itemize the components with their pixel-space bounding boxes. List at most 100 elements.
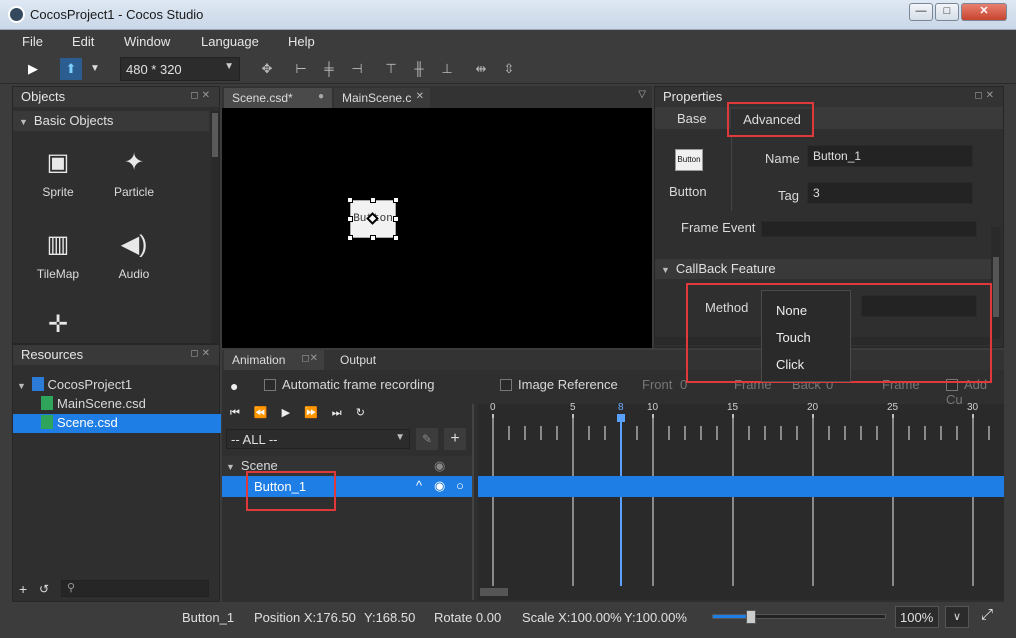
timeline-track-selected[interactable]	[478, 476, 1004, 497]
zoom-input[interactable]: 100%	[895, 606, 939, 628]
eye-icon[interactable]: ◉	[434, 478, 445, 494]
fit-screen-icon[interactable]: ⤢	[977, 606, 997, 628]
publish-dropdown-icon[interactable]: ▼	[84, 58, 106, 80]
play-icon[interactable]: ▶	[282, 407, 304, 419]
playhead-handle[interactable]	[617, 414, 625, 422]
record-icon[interactable]: ●	[230, 378, 238, 394]
panel-controls-icon[interactable]: ◻✕	[190, 348, 213, 359]
tab-output[interactable]: Output	[332, 350, 384, 370]
resource-search-input[interactable]: ⚲	[61, 580, 209, 597]
timeline-frame-line	[860, 426, 862, 440]
align-top-icon[interactable]: ⊤	[380, 58, 402, 80]
close-button[interactable]: ✕	[961, 3, 1007, 21]
properties-scrollbar[interactable]	[991, 227, 1001, 339]
visibility-toggle-icon[interactable]: ○	[456, 478, 464, 493]
distribute-horizontal-icon[interactable]: ⇹	[470, 58, 492, 80]
minimize-button[interactable]: —	[909, 3, 933, 21]
publish-icon[interactable]: ⬆	[60, 58, 82, 80]
resolution-select[interactable]: 480 * 320 ▼	[120, 57, 240, 81]
filter-select[interactable]: -- ALL -- ▼	[226, 429, 410, 449]
object-particle[interactable]: ✦ Particle	[99, 149, 169, 199]
lock-icon[interactable]: ^	[416, 478, 422, 493]
maximize-button[interactable]: □	[935, 3, 959, 21]
resize-handle[interactable]	[370, 235, 376, 241]
audio-icon: ◀)	[120, 231, 148, 258]
object-label: Audio	[118, 267, 150, 281]
resources-panel: Resources ◻✕ ▼ CocosProject1 MainScene.c…	[12, 344, 221, 602]
menu-window[interactable]: Window	[124, 34, 170, 49]
image-reference-checkbox[interactable]: Image Reference	[500, 377, 618, 392]
align-right-icon[interactable]: ⊣	[346, 58, 368, 80]
tree-item-mainscene[interactable]: MainScene.csd	[41, 396, 146, 411]
last-frame-icon[interactable]: ⏭	[332, 407, 356, 419]
tree-item-project[interactable]: ▼ CocosProject1	[17, 377, 132, 392]
tab-mainscene[interactable]: MainScene.c ✕	[334, 88, 430, 108]
tilemap-icon: ▥	[46, 231, 70, 258]
tab-animation[interactable]: Animation ◻✕	[224, 350, 324, 370]
align-bottom-icon[interactable]: ⊥	[436, 58, 458, 80]
resize-handle[interactable]	[347, 235, 353, 241]
tag-field[interactable]: 3	[807, 182, 973, 204]
move-icon[interactable]: ✥	[256, 58, 278, 80]
playhead[interactable]	[620, 414, 622, 586]
resolution-value: 480 * 320	[126, 62, 182, 77]
menu-edit[interactable]: Edit	[72, 34, 94, 49]
method-option-touch[interactable]: Touch	[776, 330, 811, 345]
frame-event-field[interactable]	[761, 221, 977, 237]
tab-base[interactable]: Base	[669, 108, 715, 128]
play-icon[interactable]: ▶	[22, 58, 44, 80]
menu-help[interactable]: Help	[288, 34, 315, 49]
refresh-icon[interactable]: ↺	[39, 582, 49, 596]
object-node[interactable]: ✛	[23, 311, 93, 347]
menu-language[interactable]: Language	[201, 34, 259, 49]
add-icon[interactable]: +	[444, 428, 466, 450]
timeline-ruler-label: 0	[490, 402, 496, 413]
menu-file[interactable]: File	[22, 34, 43, 49]
timeline-scrollbar[interactable]	[480, 588, 508, 596]
add-resource-icon[interactable]: +	[19, 581, 27, 597]
tab-list-chevron-icon[interactable]: ▽	[638, 89, 646, 100]
zoom-slider-thumb[interactable]	[745, 610, 756, 624]
timeline-frame-line	[748, 426, 750, 440]
resize-handle[interactable]	[347, 197, 353, 203]
method-option-none[interactable]: None	[776, 303, 807, 318]
panel-controls-icon[interactable]: ◻✕	[301, 353, 318, 364]
timeline-frame-line	[700, 426, 702, 440]
eye-icon[interactable]: ◉	[434, 458, 445, 474]
objects-scrollbar[interactable]	[211, 111, 219, 343]
align-middle-icon[interactable]: ╫	[408, 58, 430, 80]
resize-handle[interactable]	[393, 235, 399, 241]
tree-item-scene-selected[interactable]: Scene.csd	[13, 414, 221, 433]
prev-frame-icon[interactable]: ⏪	[254, 407, 282, 419]
timeline[interactable]: 0 5 8 10 15 20 25 30	[478, 402, 1004, 600]
timeline-ruler-label: 30	[967, 402, 979, 413]
callback-section[interactable]: ▼ CallBack Feature	[655, 259, 991, 279]
zoom-slider[interactable]	[712, 610, 886, 624]
resize-handle[interactable]	[370, 197, 376, 203]
object-sprite[interactable]: ▣ Sprite	[23, 149, 93, 199]
next-frame-icon[interactable]: ⏩	[304, 407, 332, 419]
auto-record-checkbox[interactable]: Automatic frame recording	[264, 377, 434, 392]
distribute-vertical-icon[interactable]: ⇳	[498, 58, 520, 80]
panel-controls-icon[interactable]: ◻✕	[974, 90, 997, 101]
tab-label: Scene.csd*	[232, 91, 293, 105]
basic-objects-section[interactable]: ▼ Basic Objects	[13, 111, 209, 131]
object-audio[interactable]: ◀) Audio	[99, 231, 169, 281]
first-frame-icon[interactable]: ⏮	[230, 407, 254, 419]
align-center-icon[interactable]: ╪	[318, 58, 340, 80]
resize-handle[interactable]	[347, 216, 353, 222]
scene-canvas[interactable]: Button	[222, 108, 652, 348]
resize-handle[interactable]	[393, 197, 399, 203]
tab-scene[interactable]: Scene.csd* ●	[224, 88, 332, 108]
object-tilemap[interactable]: ▥ TileMap	[23, 231, 93, 281]
edit-icon[interactable]: ✎	[416, 428, 438, 450]
zoom-dropdown-chevron-icon[interactable]: ∨	[945, 606, 969, 628]
name-field[interactable]: Button_1	[807, 145, 973, 167]
resize-handle[interactable]	[393, 216, 399, 222]
close-tab-icon[interactable]: ✕	[416, 91, 424, 102]
search-icon: ⚲	[67, 582, 76, 594]
panel-controls-icon[interactable]: ◻✕	[190, 90, 213, 101]
method-option-click[interactable]: Click	[776, 357, 804, 372]
align-left-icon[interactable]: ⊢	[290, 58, 312, 80]
loop-icon[interactable]: ↻	[356, 407, 379, 419]
